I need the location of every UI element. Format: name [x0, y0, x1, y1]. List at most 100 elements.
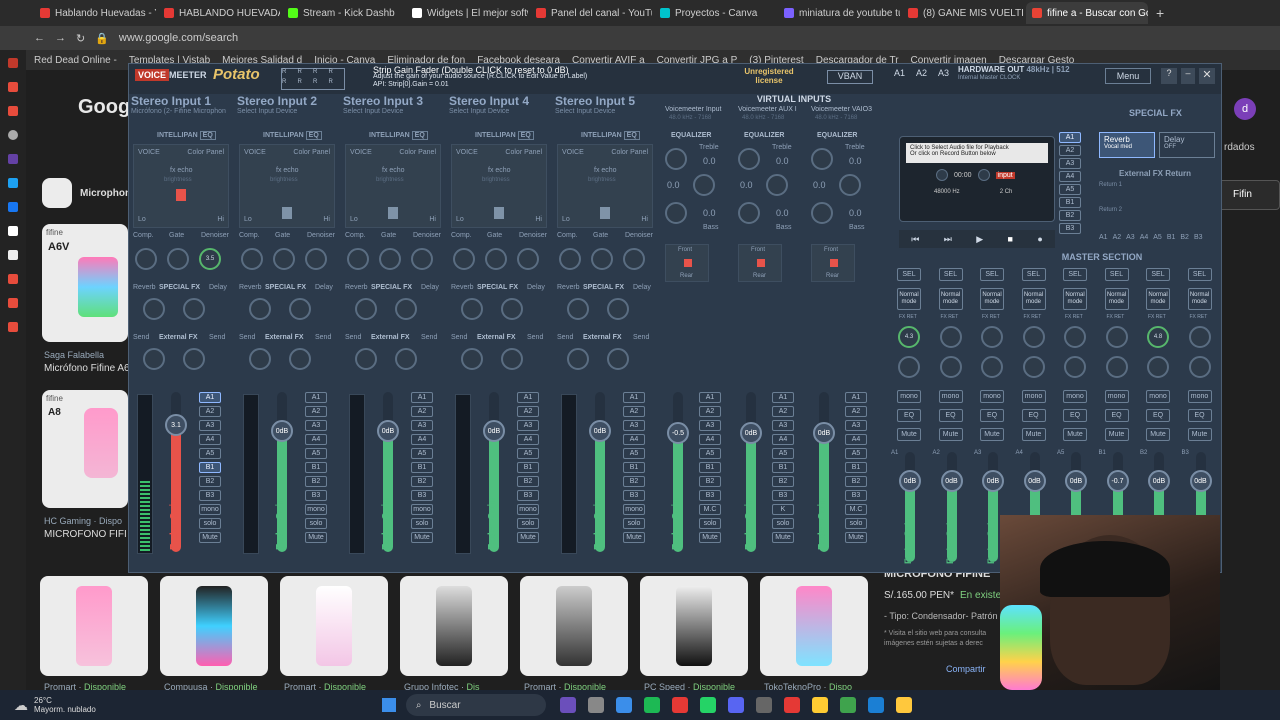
- vban-button[interactable]: VBAN: [827, 70, 873, 84]
- player-bus-a4[interactable]: A4: [1059, 171, 1081, 182]
- strip-device[interactable]: Select Input Device: [555, 108, 615, 115]
- product-card[interactable]: [40, 576, 148, 676]
- bus-button-a4[interactable]: A4: [699, 434, 721, 445]
- browser-tab[interactable]: Proyectos - Canva: [654, 2, 776, 24]
- mono-button[interactable]: mono: [938, 390, 963, 403]
- bus-button-b1[interactable]: B1: [845, 462, 867, 473]
- bus-button-b2[interactable]: B2: [623, 476, 645, 487]
- fader-knob[interactable]: 0dB: [1148, 470, 1170, 492]
- taskbar-app-icon[interactable]: [587, 697, 604, 713]
- player-bus-b3[interactable]: B3: [1059, 223, 1081, 234]
- strip-title[interactable]: Stereo Input 4: [449, 94, 529, 108]
- fader-knob[interactable]: 3.1: [165, 414, 187, 436]
- result-tab[interactable]: Fifin: [1218, 180, 1280, 210]
- sidebar-app-icon[interactable]: [8, 274, 18, 284]
- taskbar-app-icon[interactable]: [727, 697, 744, 713]
- dynamics-knob[interactable]: [167, 248, 189, 270]
- sidebar-app-icon[interactable]: [8, 82, 18, 92]
- eq-button[interactable]: EQ: [623, 131, 640, 140]
- mono-button[interactable]: mono: [1187, 390, 1212, 403]
- taskbar-app-icon[interactable]: [755, 697, 772, 713]
- recorder-gain-knob[interactable]: [977, 169, 990, 181]
- windows-start-icon[interactable]: [381, 698, 396, 712]
- dynamics-knob[interactable]: [135, 248, 157, 270]
- dynamics-knob[interactable]: [379, 248, 401, 270]
- bus-button-a4[interactable]: A4: [845, 434, 867, 445]
- ext-send-knob[interactable]: [501, 348, 523, 370]
- taskbar-app-icon[interactable]: [867, 697, 884, 713]
- sel-button[interactable]: SEL: [1063, 268, 1087, 281]
- sidebar-app-icon[interactable]: [8, 298, 18, 308]
- fx-send-knob[interactable]: [183, 298, 205, 320]
- bus-button-a3[interactable]: A3: [845, 420, 867, 431]
- mono-button[interactable]: mono: [1063, 390, 1087, 403]
- mono-button[interactable]: mono: [411, 504, 433, 515]
- bus-button-b2[interactable]: B2: [845, 476, 867, 487]
- taskbar-app-icon[interactable]: [559, 697, 576, 713]
- mute-button[interactable]: Mute: [517, 532, 539, 543]
- dynamics-knob[interactable]: [517, 248, 539, 270]
- ext-send-knob[interactable]: [143, 348, 165, 370]
- dynamics-knob[interactable]: 3.5: [199, 248, 221, 270]
- ext-send-knob[interactable]: [567, 348, 589, 370]
- strip-title[interactable]: Stereo Input 5: [555, 94, 635, 108]
- bus-fx-knob[interactable]: [1188, 356, 1211, 378]
- taskbar-app-icon[interactable]: [643, 697, 660, 713]
- mono-button[interactable]: mono: [199, 504, 221, 515]
- mute-button[interactable]: Mute: [845, 532, 867, 543]
- close-icon[interactable]: ✕: [1199, 68, 1215, 84]
- fader-knob[interactable]: 0dB: [740, 422, 762, 444]
- eq-button[interactable]: EQ: [897, 409, 921, 422]
- pan-cursor[interactable]: [388, 207, 398, 219]
- mute-button[interactable]: Mute: [1021, 428, 1046, 441]
- sel-button[interactable]: SEL: [1187, 268, 1212, 281]
- bus-button-a2[interactable]: A2: [199, 406, 221, 417]
- fx-send-knob[interactable]: [143, 298, 165, 320]
- sidebar-app-icon[interactable]: [8, 250, 18, 260]
- bus-fx-knob[interactable]: [898, 356, 920, 378]
- bus-button-a2[interactable]: A2: [845, 406, 867, 417]
- delay-button[interactable]: Delay OFF: [1159, 132, 1215, 158]
- fx-route-b1[interactable]: B1: [1167, 234, 1176, 241]
- player-bus-a1[interactable]: A1: [1059, 132, 1081, 143]
- strip-device[interactable]: Select Input Device: [449, 108, 509, 115]
- product-card[interactable]: [640, 576, 748, 676]
- bus-fx-knob[interactable]: [1022, 356, 1045, 378]
- mute-button[interactable]: Mute: [1146, 428, 1170, 441]
- bus-mode-button[interactable]: Normal mode: [897, 288, 921, 310]
- bus-button-b3[interactable]: B3: [772, 490, 794, 501]
- bus-button-a2[interactable]: A2: [772, 406, 794, 417]
- fx-route-b3[interactable]: B3: [1194, 234, 1203, 241]
- bus-button-b1[interactable]: B1: [305, 462, 327, 473]
- bus-button-b3[interactable]: B3: [305, 490, 327, 501]
- mute-button[interactable]: Mute: [199, 532, 221, 543]
- pan-cursor[interactable]: [282, 207, 292, 219]
- taskbar-app-icon[interactable]: [839, 697, 856, 713]
- strip-title[interactable]: Stereo Input 2: [237, 94, 317, 108]
- bus-button-a4[interactable]: A4: [411, 434, 433, 445]
- eq-button[interactable]: EQ: [1146, 409, 1170, 422]
- fader-knob[interactable]: 0dB: [940, 470, 963, 492]
- eq-button[interactable]: EQ: [517, 131, 534, 140]
- virtual-pan-pad[interactable]: Front Rear: [738, 244, 782, 282]
- bus-button-a5[interactable]: A5: [305, 448, 327, 459]
- mono-button[interactable]: mono: [1104, 390, 1129, 403]
- bus-button-a5[interactable]: A5: [623, 448, 645, 459]
- solo-button[interactable]: solo: [845, 518, 867, 529]
- bus-mode-button[interactable]: Normal mode: [1021, 288, 1046, 310]
- bus-button-a4[interactable]: A4: [517, 434, 539, 445]
- mute-button[interactable]: Mute: [623, 532, 645, 543]
- mute-button[interactable]: Mute: [938, 428, 963, 441]
- mono-button[interactable]: mono: [623, 504, 645, 515]
- dynamics-knob[interactable]: [241, 248, 263, 270]
- bus-fx-knob[interactable]: [1064, 326, 1086, 348]
- product-thumb[interactable]: [42, 178, 72, 208]
- mono-button[interactable]: mono: [980, 390, 1004, 403]
- fx-send-knob[interactable]: [289, 298, 311, 320]
- bus-button-a5[interactable]: A5: [411, 448, 433, 459]
- mute-button[interactable]: Mute: [699, 532, 721, 543]
- bus-button-a1[interactable]: A1: [517, 392, 539, 403]
- eq-knob[interactable]: [738, 148, 760, 170]
- bus-button-a1[interactable]: A1: [699, 392, 721, 403]
- rewind-icon[interactable]: ⏮: [911, 234, 919, 245]
